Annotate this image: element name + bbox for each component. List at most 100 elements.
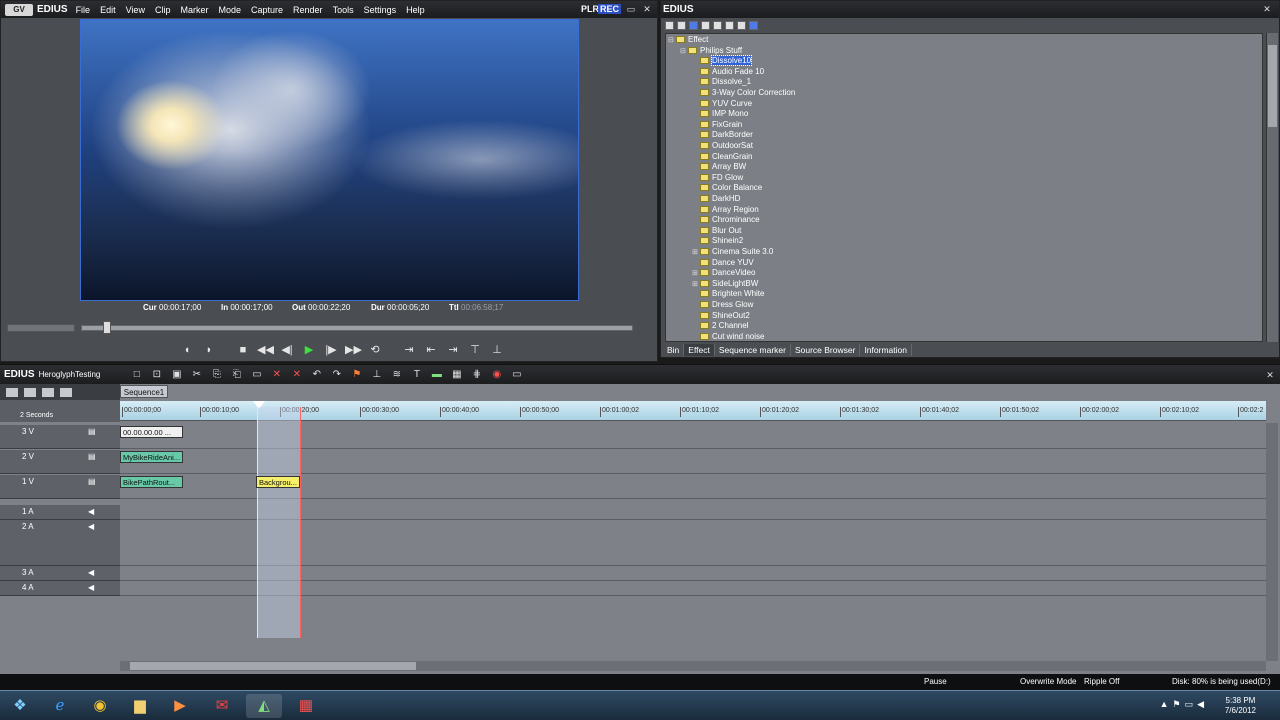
tab-effect[interactable]: Effect	[684, 344, 715, 356]
tree-item[interactable]: Array Region	[692, 205, 759, 216]
effect-scrollbar[interactable]	[1266, 33, 1278, 342]
tree-item[interactable]: Chrominance	[692, 215, 760, 226]
tree-item[interactable]: ⊞ SideLightBW	[692, 279, 758, 290]
tree-item[interactable]: Dissolve10	[692, 55, 753, 67]
close-icon[interactable]: ✕	[1264, 369, 1276, 381]
grid-icon[interactable]: ▦	[448, 369, 465, 381]
tree-item[interactable]: Audio Fade 10	[692, 67, 764, 78]
step-forward-icon[interactable]: |▶	[323, 343, 339, 357]
position-thumb[interactable]	[103, 321, 112, 334]
loop-play-icon[interactable]: ⟲	[367, 343, 383, 357]
export-icon[interactable]: ⊥	[489, 343, 505, 357]
tree-item[interactable]: ShineOut2	[692, 311, 750, 322]
paste-icon[interactable]: ⎗	[228, 369, 245, 381]
text-icon[interactable]	[737, 21, 746, 30]
lock-icon[interactable]: ▤	[88, 452, 96, 461]
tree-item[interactable]: YUV Curve	[692, 99, 752, 110]
tree-item[interactable]: ⊟ Effect	[668, 35, 708, 46]
redo-icon[interactable]: ↷	[328, 369, 345, 381]
clip-v1-background[interactable]: Backgrou...	[256, 476, 300, 488]
menu-clip[interactable]: Clip	[155, 5, 171, 15]
tree-item[interactable]: Shinein2	[692, 236, 743, 247]
tree-item[interactable]: 2 Channel	[692, 321, 748, 332]
start-icon[interactable]: ❖	[2, 694, 38, 718]
up-folder-icon[interactable]	[677, 21, 686, 30]
menu-mode[interactable]: Mode	[218, 5, 241, 15]
speaker-icon[interactable]: ◀	[88, 507, 94, 516]
ripple-delete-icon[interactable]: ✕	[288, 369, 305, 381]
tree-item[interactable]: ⊟ Philips Stuff	[680, 46, 742, 57]
menu-marker[interactable]: Marker	[180, 5, 208, 15]
timeline-hscroll[interactable]	[120, 661, 1266, 671]
track-header-a3[interactable]: 3 A ◀	[0, 566, 120, 581]
clip-v2[interactable]: MyBikeRideAni...	[120, 451, 183, 463]
tree-item[interactable]: FixGrain	[692, 120, 742, 131]
tree-item[interactable]: Brighten White	[692, 289, 764, 300]
insert-to-timeline-icon[interactable]: ⇥	[401, 343, 417, 357]
timeline-vscroll[interactable]	[1266, 423, 1278, 661]
scroll-thumb[interactable]	[1268, 45, 1277, 127]
link-icon[interactable]	[42, 387, 54, 397]
overwrite-mode[interactable]: Overwrite Mode	[1020, 677, 1076, 686]
menu-capture[interactable]: Capture	[251, 5, 283, 15]
loop-slider[interactable]	[7, 324, 75, 332]
chrome-icon[interactable]: ◉	[82, 694, 118, 718]
position-track[interactable]	[81, 325, 633, 331]
plr-mode-label[interactable]: PLR	[581, 4, 599, 14]
tree-item[interactable]: Cut wind noise	[692, 332, 764, 341]
tree-item[interactable]: Dissolve_1	[692, 77, 751, 88]
overwrite-icon[interactable]: ⊤	[467, 343, 483, 357]
tracks-icon[interactable]: ⋕	[468, 369, 485, 381]
tab-bin[interactable]: Bin	[663, 344, 685, 356]
save-project-icon[interactable]: ▣	[168, 369, 185, 381]
delete-icon[interactable]	[725, 21, 734, 30]
tree-item[interactable]: CleanGrain	[692, 152, 752, 163]
timescale-label[interactable]: 2 Seconds	[20, 412, 53, 419]
close-icon[interactable]: ✕	[1261, 3, 1273, 15]
track-header-a1[interactable]: 1 A ◀	[0, 505, 120, 520]
menu-file[interactable]: File	[76, 5, 91, 15]
tree-item[interactable]: OutdoorSat	[692, 141, 753, 152]
tab-information[interactable]: Information	[860, 344, 912, 356]
tree-item[interactable]: Blur Out	[692, 226, 741, 237]
delete-icon[interactable]: ✕	[268, 369, 285, 381]
tree-view-icon[interactable]	[665, 21, 674, 30]
cut-icon[interactable]: ✂	[188, 369, 205, 381]
track-header-a2[interactable]: 2 A ◀	[0, 520, 120, 566]
lock-icon[interactable]: ▤	[88, 477, 96, 486]
mode-icon[interactable]	[6, 387, 18, 397]
internet-explorer-icon[interactable]: ℯ	[42, 694, 78, 718]
clip-v3[interactable]: 00.00.00.00 ...	[120, 426, 183, 438]
speaker-icon[interactable]: ◀	[88, 568, 94, 577]
scrub-bar[interactable]	[5, 321, 635, 335]
tree-item[interactable]: Color Balance	[692, 183, 762, 194]
copy-icon[interactable]: ⎘	[208, 369, 225, 381]
tree-item[interactable]: Dance YUV	[692, 258, 754, 269]
tree-item[interactable]: DarkHD	[692, 194, 740, 205]
menu-tools[interactable]: Tools	[333, 5, 354, 15]
rec-mode-label[interactable]: REC	[597, 4, 621, 14]
play-icon[interactable]: ▶	[301, 343, 317, 357]
app-icon[interactable]: ▦	[288, 694, 324, 718]
track-header-v2[interactable]: 2 V ▤	[0, 450, 120, 474]
tree-item[interactable]: Dress Glow	[692, 300, 753, 311]
expander-icon[interactable]: ⊟	[668, 36, 676, 47]
render-icon[interactable]: ▬	[428, 369, 445, 381]
tree-item[interactable]: Array BW	[692, 162, 746, 173]
close-icon[interactable]: ✕	[641, 3, 653, 15]
tree-item[interactable]: 3-Way Color Correction	[692, 88, 795, 99]
speaker-icon[interactable]: ◀	[88, 583, 94, 592]
add-marker-icon[interactable]: ⚑	[348, 369, 365, 381]
set-out-icon[interactable]: ◗	[201, 343, 217, 357]
gmail-icon[interactable]: ✉	[204, 694, 240, 718]
sequence-tab[interactable]: Sequence1	[120, 385, 168, 398]
view-mode-icon[interactable]	[689, 21, 698, 30]
tree-item[interactable]: IMP Mono	[692, 109, 748, 120]
video-preview[interactable]	[80, 19, 579, 301]
title-icon[interactable]: T	[408, 369, 425, 381]
tree-item[interactable]: ⊞ Cinema Suite 3.0	[692, 247, 773, 258]
track-header-v1[interactable]: 1 V ▤	[0, 475, 120, 499]
fast-forward-icon[interactable]: ▶▶	[345, 343, 362, 357]
explorer-icon[interactable]: ▆	[122, 694, 158, 718]
track-header-a4[interactable]: 4 A ◀	[0, 581, 120, 596]
